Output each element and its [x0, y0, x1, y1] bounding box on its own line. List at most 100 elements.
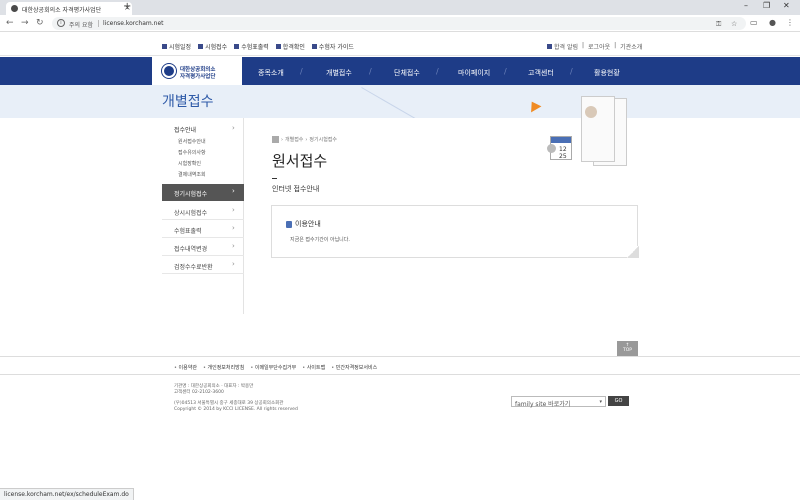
family-site-go-button[interactable]: GO [608, 396, 629, 406]
page-subtitle: 인터넷 접수안내 [272, 185, 320, 193]
reload-icon[interactable]: ↻ [36, 18, 44, 28]
footer-link-privacy[interactable]: 개인정보처리방침 [203, 364, 245, 371]
gnb-item-individual[interactable]: 개별접수 [326, 68, 352, 78]
calendar-day: 12 [559, 146, 567, 153]
form-icon [198, 44, 204, 49]
notice-text: 지금은 접수기간이 아닙니다. [290, 237, 350, 243]
family-site-label: family site 바로가기 [515, 401, 571, 408]
top-label: TOP [622, 348, 632, 353]
clock-icon [547, 144, 556, 153]
main-nav: 종목소개 / 개별접수 / 단체접수 / 마이페이지 / 고객센터 / 활용현황 [0, 57, 800, 85]
kcci-logo-icon [162, 64, 176, 78]
info-badge-icon [286, 220, 292, 228]
family-site-select[interactable]: family site 바로가기 ▾ [511, 396, 606, 408]
back-icon[interactable]: ← [6, 18, 14, 28]
util-divider: | [614, 42, 617, 49]
side-menu-item-active[interactable]: 정기시험접수 › [162, 184, 244, 201]
title-underline [272, 178, 277, 179]
breadcrumb-sep: › [305, 136, 308, 143]
util-link-ticket[interactable]: 수험표출력 [234, 42, 269, 51]
util-link-about[interactable]: 기관소개 [620, 42, 642, 51]
gnb-item-mypage[interactable]: 마이페이지 [458, 68, 490, 78]
chevron-right-icon: › [232, 206, 235, 214]
chevron-right-icon: › [232, 242, 235, 250]
dropdown-arrow-icon: ▾ [599, 399, 602, 405]
util-link-schedule[interactable]: 시험일정 [162, 42, 191, 51]
side-menu: 접수안내 › 원서접수안내 접수유의사항 시험장확인 결제내역조회 정기시험접수… [162, 118, 244, 314]
site-logo[interactable]: 대한상공회의소 자격평가사업단 [152, 57, 242, 85]
omnibox[interactable]: i 주의 요함 license.korcham.net ⚿ ☆ [52, 17, 746, 30]
page-fold-decor [627, 246, 639, 258]
util-link-logout[interactable]: 로그아웃 [588, 42, 610, 51]
gnb-item-usage[interactable]: 활용현황 [594, 68, 620, 78]
gnb-item-intro[interactable]: 종목소개 [258, 68, 284, 78]
util-link-guide[interactable]: 수험자 가이드 [311, 42, 354, 51]
paper-sheet [581, 96, 615, 162]
forward-icon[interactable]: → [21, 18, 29, 28]
security-label: 주의 요함 [69, 22, 93, 29]
decor-line [361, 87, 440, 118]
breadcrumb-sep: › [281, 136, 283, 143]
paper-plane-icon [526, 98, 542, 113]
browser-status-bar: license.korcham.net/ex/scheduleExam.do [0, 488, 134, 500]
side-menu-label: 상시시험접수 [174, 210, 208, 217]
calendar-day: 25 [559, 153, 567, 160]
scroll-top-button[interactable]: ↑ TOP [617, 341, 638, 356]
footer-link-private-cert[interactable]: 민간자격정보서비스 [331, 364, 377, 371]
extension-icon[interactable]: ▭ [750, 18, 758, 27]
guide-icon [311, 44, 317, 49]
footer-link-sitemap[interactable]: 사이트맵 [302, 364, 325, 371]
gnb-item-support[interactable]: 고객센터 [528, 68, 554, 78]
side-menu-label: 수험표출력 [174, 228, 202, 235]
side-submenu-item[interactable]: 접수유의사항 [178, 149, 206, 156]
footer-link-email-policy[interactable]: 이메일무단수집거부 [250, 364, 296, 371]
bell-icon [547, 44, 552, 49]
menu-icon[interactable]: ⋮ [786, 18, 794, 27]
home-icon[interactable] [272, 136, 279, 143]
side-menu-label: 정기시험접수 [174, 191, 208, 198]
window-close-icon[interactable]: ✕ [783, 1, 790, 10]
profile-icon[interactable]: ● [769, 18, 776, 27]
notice-heading-text: 이용안내 [295, 220, 321, 228]
side-menu-item[interactable]: 수험표출력 › [162, 220, 244, 238]
gnb-divider: / [504, 67, 507, 76]
maximize-icon[interactable]: ❐ [763, 1, 770, 10]
util-link-apply[interactable]: 시험접수 [198, 42, 227, 51]
browser-tabbar: 대한상공회의소 자격평가사업단 × + – ❐ ✕ [0, 0, 800, 15]
bookmark-star-icon[interactable]: ☆ [731, 20, 737, 28]
footer-link-terms[interactable]: 이용약관 [174, 364, 197, 371]
sub-visual: 개별접수 [0, 85, 800, 118]
chevron-right-icon: › [232, 260, 235, 268]
util-link-result[interactable]: 합격확인 [275, 42, 305, 51]
calendar-icon [162, 44, 167, 49]
new-tab-button[interactable]: + [123, 1, 131, 12]
footer-info: 기관명 : 대한상공회의소 · 대표자 : 박용만 고객센터 02-2102-3… [174, 384, 298, 413]
breadcrumb-item[interactable]: 개별접수 [285, 136, 303, 143]
side-submenu-item[interactable]: 결제내역조회 [178, 171, 206, 178]
util-link-notify[interactable]: 합격 알림 [547, 42, 578, 51]
gnb-divider: / [570, 67, 573, 76]
section-title: 개별접수 [162, 94, 214, 110]
chevron-right-icon: › [232, 224, 235, 232]
side-submenu-item[interactable]: 원서접수안내 [178, 138, 206, 145]
gnb-divider: / [369, 67, 372, 76]
url-text[interactable]: license.korcham.net [103, 20, 164, 27]
side-menu-item[interactable]: 접수내역변경 › [162, 238, 244, 256]
browser-tab[interactable]: 대한상공회의소 자격평가사업단 × [6, 2, 132, 15]
chevron-right-icon: › [232, 187, 235, 195]
side-menu-heading[interactable]: 접수안내 [174, 125, 196, 134]
side-menu-item[interactable]: 상시시험접수 › [162, 202, 244, 220]
gnb-item-group[interactable]: 단체접수 [394, 68, 420, 78]
key-icon[interactable]: ⚿ [716, 20, 721, 29]
person-icon [585, 106, 597, 118]
minimize-icon[interactable]: – [744, 1, 748, 10]
breadcrumb-item[interactable]: 정기시험접수 [309, 136, 337, 143]
info-icon[interactable]: i [57, 19, 65, 27]
breadcrumb: › 개별접수 › 정기시험접수 [272, 136, 337, 143]
notice-heading: 이용안내 [286, 219, 321, 229]
notice-box: 이용안내 지금은 접수기간이 아닙니다. [271, 205, 639, 258]
print-icon [234, 44, 240, 49]
side-submenu-item[interactable]: 시험장확인 [178, 160, 201, 167]
side-menu-item[interactable]: 검정수수료반환 › [162, 256, 244, 274]
gnb-divider: / [300, 67, 303, 76]
